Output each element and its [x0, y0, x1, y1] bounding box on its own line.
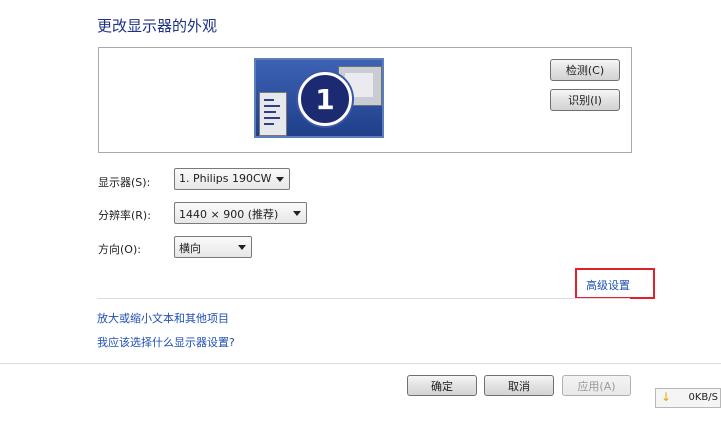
- display-help-link[interactable]: 我应该选择什么显示器设置?: [97, 334, 235, 350]
- resolution-select[interactable]: 1440 × 900 (推荐): [174, 202, 307, 224]
- display-settings-window: 更改显示器的外观 1 检测(C) 识别(I) 显示器(S): 1. Philip…: [0, 0, 721, 430]
- monitor-preview-panel: 1 检测(C) 识别(I): [98, 47, 632, 153]
- orientation-select-value: 横向: [179, 242, 201, 255]
- chevron-down-icon: [276, 177, 284, 182]
- display-select[interactable]: 1. Philips 190CW: [174, 168, 290, 190]
- page-title: 更改显示器的外观: [97, 17, 218, 35]
- highlight-annotation-box: [575, 268, 655, 299]
- display-label: 显示器(S):: [98, 176, 151, 189]
- cancel-button[interactable]: 取消: [484, 375, 554, 396]
- monitor-1-thumbnail[interactable]: 1: [254, 58, 384, 138]
- apply-button[interactable]: 应用(A): [562, 375, 631, 396]
- identify-button[interactable]: 识别(I): [550, 89, 620, 111]
- orientation-select[interactable]: 横向: [174, 236, 252, 258]
- display-select-value: 1. Philips 190CW: [179, 172, 272, 185]
- resolution-label: 分辨率(R):: [98, 209, 151, 222]
- chevron-down-icon: [293, 211, 301, 216]
- detect-button[interactable]: 检测(C): [550, 59, 620, 81]
- resolution-select-value: 1440 × 900 (推荐): [179, 208, 279, 221]
- download-rate-text: 0KB/S: [688, 392, 719, 403]
- document-icon: [259, 92, 287, 136]
- orientation-label: 方向(O):: [98, 243, 141, 256]
- ok-button[interactable]: 确定: [407, 375, 477, 396]
- section-divider: [97, 298, 630, 299]
- footer-divider: [0, 363, 721, 364]
- monitor-number-badge: 1: [298, 72, 352, 126]
- download-speed-widget[interactable]: ↓ 0KB/S: [655, 388, 721, 408]
- download-arrow-icon: ↓: [661, 390, 672, 404]
- text-size-link[interactable]: 放大或缩小文本和其他项目: [97, 310, 229, 326]
- chevron-down-icon: [238, 245, 246, 250]
